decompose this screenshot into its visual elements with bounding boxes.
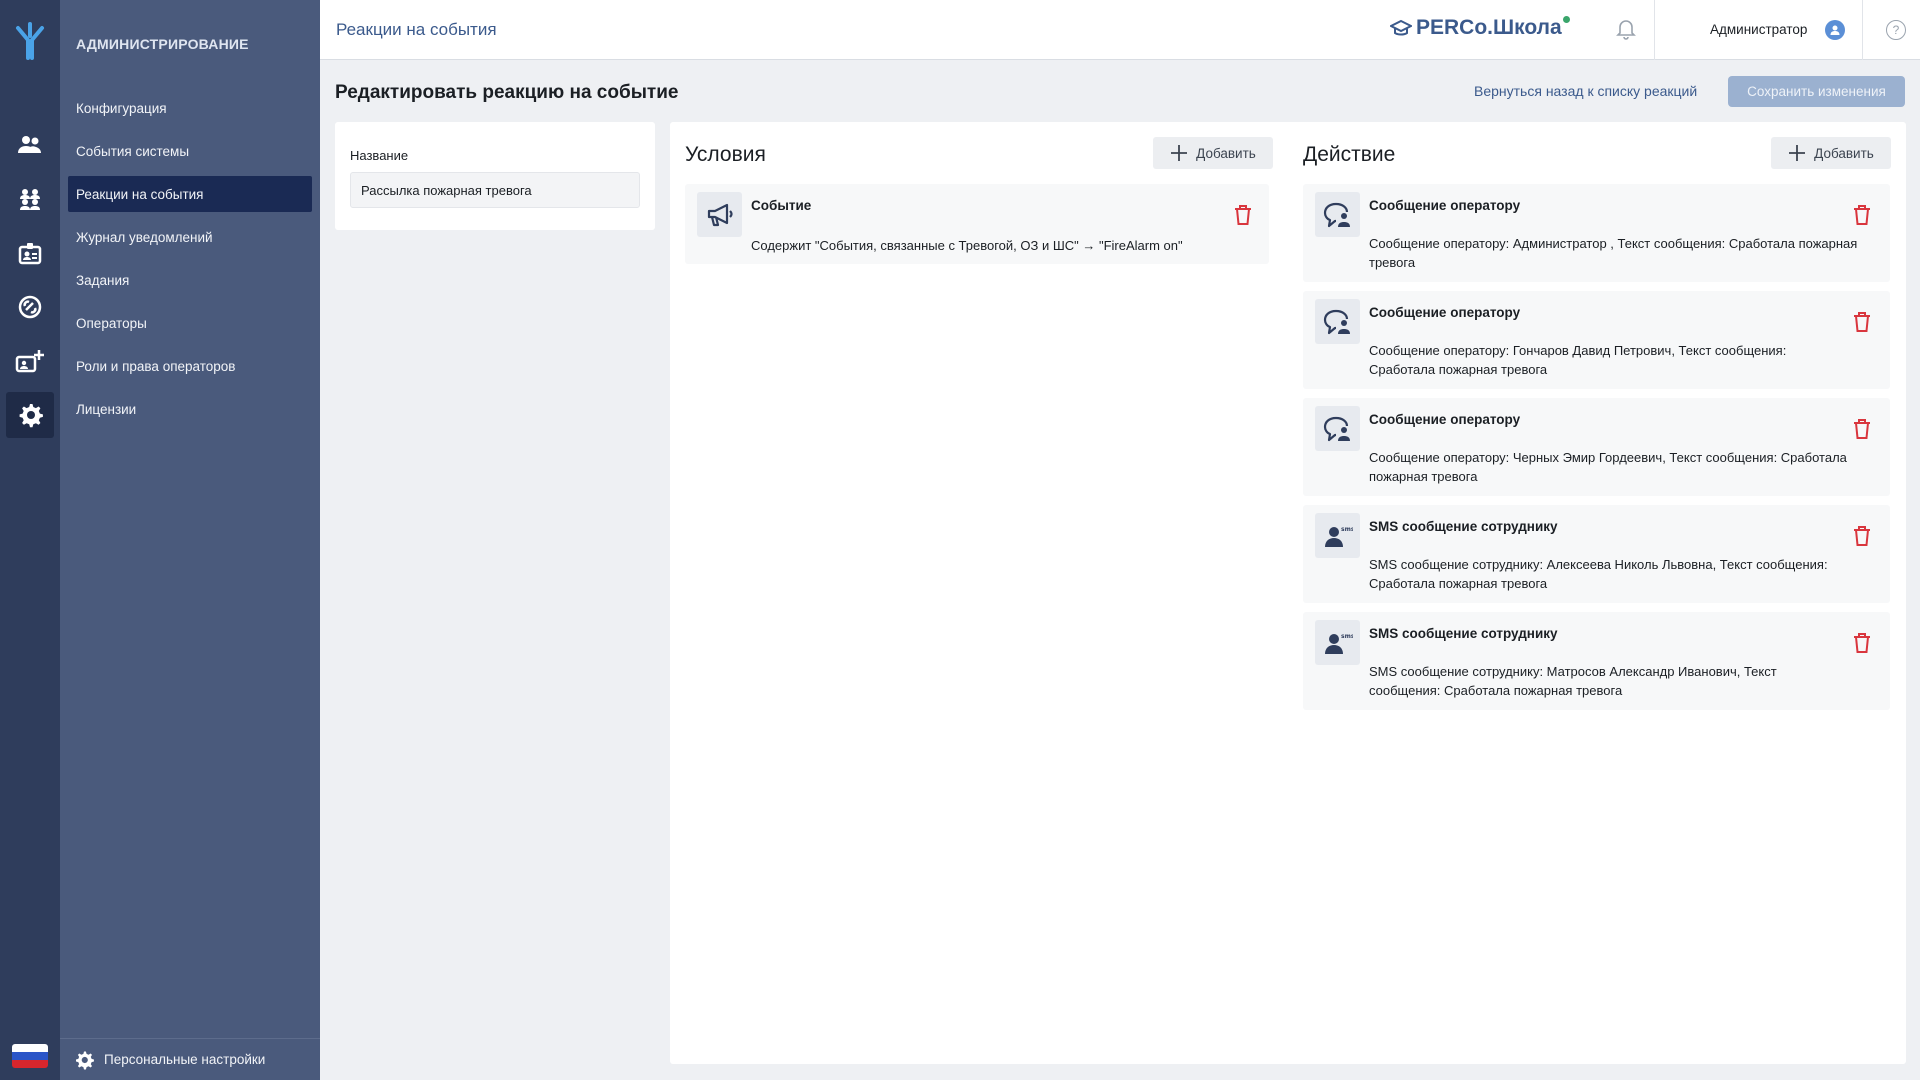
icon-rail [0,0,60,1080]
conditions-title: Условия [685,143,766,166]
personal-settings-label: Персональные настройки [104,1052,266,1067]
add-condition-label: Добавить [1196,145,1256,161]
users-icon[interactable] [6,122,54,168]
admin-sidebar: АДМИНИСТРИРОВАНИЕ Конфигурация События с… [60,0,320,1080]
back-to-list-link[interactable]: Вернуться назад к списку реакций [1474,83,1697,99]
personal-settings-link[interactable]: Персональные настройки [60,1038,320,1080]
trash-icon[interactable] [1233,204,1253,231]
action-description: Сообщение оператору: Гончаров Давид Петр… [1369,343,1787,377]
action-title: Сообщение оператору [1369,412,1521,427]
condition-description: Содержит "События, связанные с Тревогой,… [751,238,1183,253]
sms-employee-icon: sms [1315,620,1360,665]
status-dot [1562,16,1570,23]
logo-icon[interactable] [8,22,52,62]
condition-card: Событие Содержит "События, связанные с Т… [685,184,1269,264]
flag-ru-icon[interactable] [12,1044,48,1068]
action-title: SMS сообщение сотруднику [1369,519,1558,534]
sidebar-item-operators[interactable]: Операторы [68,305,312,341]
action-title: Сообщение оператору [1369,305,1521,320]
action-description: Сообщение оператору: Администратор , Тек… [1369,236,1858,270]
condition-title: Событие [751,198,812,213]
content-title: Редактировать реакцию на событие [335,82,679,103]
divider [1862,0,1863,60]
top-bar: Реакции на события PERCo.Школа Администр… [320,0,1920,60]
bell-icon[interactable] [1616,18,1636,45]
divider [1654,0,1655,60]
operator-message-icon [1315,406,1360,451]
add-action-label: Добавить [1814,145,1874,161]
add-action-button[interactable]: Добавить [1771,137,1891,169]
trash-icon[interactable] [1852,204,1872,231]
sidebar-item-configuration[interactable]: Конфигурация [68,90,312,126]
trash-icon[interactable] [1852,311,1872,338]
user-name[interactable]: Администратор [1710,22,1807,37]
action-card: Сообщение оператору Сообщение оператору:… [1303,291,1890,389]
groups-icon[interactable] [6,176,54,222]
action-card: Сообщение оператору Сообщение оператору:… [1303,398,1890,496]
sidebar-item-tasks[interactable]: Задания [68,262,312,298]
save-button[interactable]: Сохранить изменения [1728,76,1905,107]
school-cap-icon [1390,19,1412,37]
sms-employee-icon: sms [1315,513,1360,558]
actions-title: Действие [1303,143,1396,166]
help-icon[interactable]: ? [1886,20,1906,40]
sidebar-item-operator-roles[interactable]: Роли и права операторов [68,348,312,384]
operator-message-icon [1315,299,1360,344]
megaphone-icon [697,192,742,237]
name-label: Название [350,148,409,163]
trash-icon[interactable] [1852,418,1872,445]
trash-icon[interactable] [1852,632,1872,659]
sidebar-item-licenses[interactable]: Лицензии [68,391,312,427]
plus-icon [1170,144,1188,162]
badge-icon[interactable] [6,230,54,276]
action-description: SMS сообщение сотруднику: Алексеева Нико… [1369,557,1828,591]
brand-name: PERCo.Школа [1416,16,1562,39]
action-description: SMS сообщение сотруднику: Матросов Алекс… [1369,664,1777,698]
add-condition-button[interactable]: Добавить [1153,137,1273,169]
trash-icon[interactable] [1852,525,1872,552]
action-card: sms SMS сообщение сотруднику SMS сообщен… [1303,505,1890,603]
add-badge-icon[interactable] [6,338,54,384]
action-title: SMS сообщение сотруднику [1369,626,1558,641]
settings-icon[interactable] [6,392,54,438]
action-card: Сообщение оператору Сообщение оператору:… [1303,184,1890,282]
sidebar-item-event-reactions[interactable]: Реакции на события [68,176,312,212]
name-panel: Название Рассылка пожарная тревога [335,122,655,230]
link-icon[interactable] [6,284,54,330]
sidebar-title: АДМИНИСТРИРОВАНИЕ [76,36,249,52]
brand-logo[interactable]: PERCo.Школа [1390,16,1570,40]
action-title: Сообщение оператору [1369,198,1521,213]
sidebar-item-notification-log[interactable]: Журнал уведомлений [68,219,312,255]
reaction-editor-panel: Условия Добавить Событие Содержит "Событ… [670,122,1906,1064]
gear-icon [74,1050,94,1070]
avatar[interactable] [1825,20,1845,40]
svg-text:sms: sms [1341,633,1353,640]
page-title: Реакции на события [336,20,497,39]
svg-text:sms: sms [1341,526,1353,533]
name-field[interactable]: Рассылка пожарная тревога [350,172,640,208]
plus-icon [1788,144,1806,162]
sidebar-item-system-events[interactable]: События системы [68,133,312,169]
operator-message-icon [1315,192,1360,237]
action-description: Сообщение оператору: Черных Эмир Гордеев… [1369,450,1847,484]
action-card: sms SMS сообщение сотруднику SMS сообщен… [1303,612,1890,710]
sidebar-menu: Конфигурация События системы Реакции на … [68,90,312,434]
